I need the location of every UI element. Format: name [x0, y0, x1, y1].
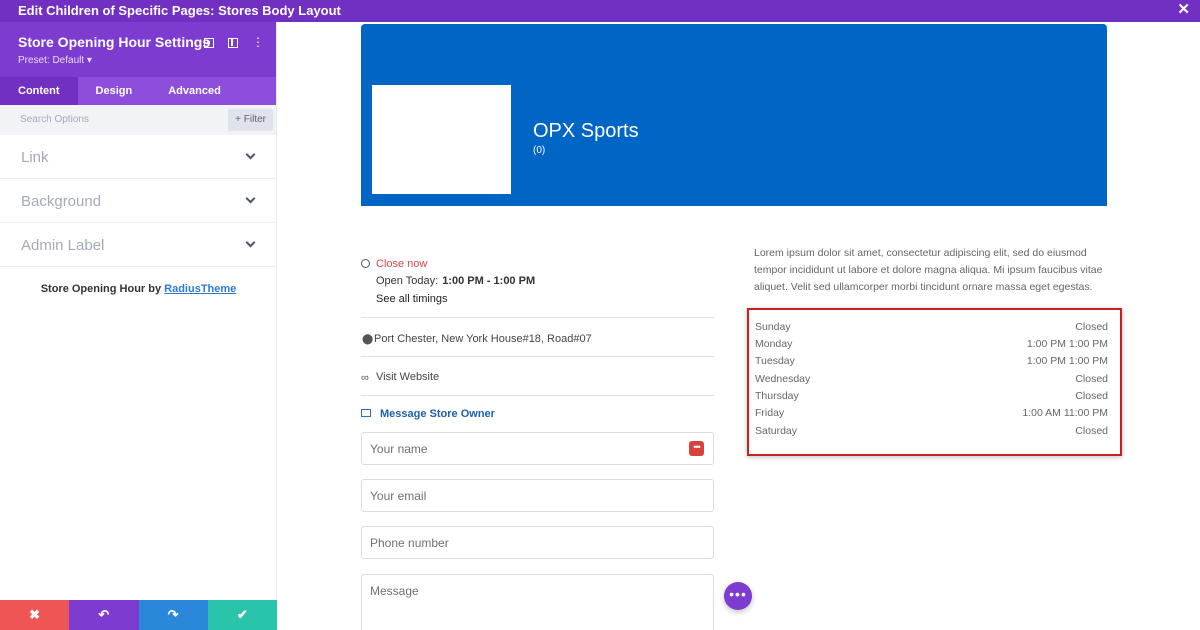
- store-name: OPX Sports: [533, 120, 639, 142]
- search-options-input[interactable]: Search Options: [20, 114, 89, 125]
- day-hours: Closed: [1075, 390, 1108, 402]
- day-name: Wednesday: [755, 373, 811, 385]
- tab-content[interactable]: Content: [0, 77, 78, 105]
- phone-placeholder: Phone number: [370, 536, 449, 550]
- open-today: Open Today: 1:00 PM - 1:00 PM: [376, 275, 535, 287]
- preset-selector[interactable]: Preset: Default ▾: [18, 55, 92, 66]
- store-logo: [372, 85, 511, 194]
- hours-row: Thursday Closed: [755, 390, 1108, 407]
- day-hours: 1:00 PM 1:00 PM: [1026, 338, 1108, 350]
- day-hours: 1:00 PM 1:00 PM: [1026, 355, 1108, 367]
- save-button[interactable]: ✔: [207, 600, 277, 630]
- toggle-label: Background: [21, 193, 102, 210]
- day-hours: Closed: [1075, 425, 1108, 437]
- panel-action-bar: ✖ ↶ ↷ ✔: [0, 600, 277, 630]
- day-name: Sunday: [755, 321, 791, 333]
- hours-row: Sunday Closed: [755, 321, 1108, 338]
- settings-panel: Store Opening Hour Settings Preset: Defa…: [0, 22, 277, 630]
- toggle-label: Admin Label: [21, 237, 105, 254]
- visit-website-link[interactable]: Visit Website: [376, 371, 439, 383]
- message-store-owner: Message Store Owner: [361, 396, 714, 433]
- window-title: Edit Children of Specific Pages: Stores …: [18, 3, 341, 18]
- tab-advanced[interactable]: Advanced: [150, 77, 239, 105]
- panel-tabs: Content Design Advanced: [0, 77, 276, 105]
- email-placeholder: Your email: [370, 489, 427, 503]
- autofill-icon[interactable]: •••: [689, 441, 704, 456]
- name-field[interactable]: Your name •••: [361, 432, 714, 465]
- clock-icon: [361, 259, 370, 268]
- store-website: ∞ Visit Website: [361, 357, 714, 396]
- name-placeholder: Your name: [370, 442, 428, 456]
- store-status: Close now Open Today: 1:00 PM - 1:00 PM S…: [361, 252, 714, 318]
- close-now-status: Close now: [376, 258, 428, 270]
- map-pin-icon: ⬤: [362, 334, 374, 345]
- day-hours: Closed: [1075, 321, 1108, 333]
- day-hours: 1:00 AM 11:00 PM: [1022, 407, 1108, 419]
- hours-row: Saturday Closed: [755, 425, 1108, 442]
- email-field[interactable]: Your email: [361, 479, 714, 512]
- redo-button[interactable]: ↷: [138, 600, 208, 630]
- builder-title-bar: Edit Children of Specific Pages: Stores …: [0, 0, 1200, 22]
- builder-options-button[interactable]: •••: [724, 582, 752, 610]
- chevron-down-icon: [245, 149, 256, 160]
- store-info-column: Close now Open Today: 1:00 PM - 1:00 PM S…: [361, 252, 714, 433]
- expand-icon[interactable]: [204, 35, 214, 51]
- day-name: Thursday: [755, 390, 799, 402]
- open-today-hours: 1:00 PM - 1:00 PM: [442, 275, 536, 287]
- page-preview: OPX Sports (0) Close now Open Today: 1:00…: [278, 22, 1200, 630]
- day-name: Tuesday: [755, 355, 795, 367]
- see-all-timings-link[interactable]: See all timings: [376, 293, 448, 305]
- toggle-link[interactable]: Link: [0, 135, 276, 179]
- link-icon: ∞: [361, 372, 369, 384]
- credit-text: Store Opening Hour by: [40, 283, 165, 295]
- module-credit: Store Opening Hour by RadiusTheme: [0, 283, 277, 295]
- day-name: Friday: [755, 407, 785, 419]
- chevron-down-icon: [245, 237, 256, 248]
- chevron-down-icon: [245, 193, 256, 204]
- toggle-admin-label[interactable]: Admin Label: [0, 223, 276, 267]
- message-field[interactable]: Message: [361, 574, 714, 630]
- open-today-label: Open Today:: [376, 275, 439, 287]
- hours-row: Monday 1:00 PM 1:00 PM: [755, 338, 1108, 355]
- close-icon[interactable]: ✕: [1177, 2, 1190, 18]
- panel-header-icons: ⋮: [204, 35, 264, 51]
- address-text: Port Chester, New York House#18, Road#07: [374, 333, 592, 345]
- hours-row: Wednesday Closed: [755, 373, 1108, 390]
- panel-header: Store Opening Hour Settings Preset: Defa…: [0, 22, 276, 77]
- message-placeholder: Message: [370, 584, 419, 598]
- split-view-icon[interactable]: [228, 35, 238, 51]
- panel-title: Store Opening Hour Settings: [18, 34, 211, 50]
- envelope-icon: [361, 409, 371, 417]
- toggle-background[interactable]: Background: [0, 179, 276, 223]
- day-name: Saturday: [755, 425, 798, 437]
- tab-design[interactable]: Design: [78, 77, 151, 105]
- hours-row: Tuesday 1:00 PM 1:00 PM: [755, 355, 1108, 372]
- day-hours: Closed: [1075, 373, 1108, 385]
- radiustheme-link[interactable]: RadiusTheme: [164, 283, 236, 295]
- filter-button[interactable]: + Filter: [228, 109, 273, 131]
- store-rating: (0): [533, 145, 546, 156]
- toggle-label: Link: [21, 149, 49, 166]
- undo-button[interactable]: ↶: [69, 600, 139, 630]
- message-store-owner-heading: Message Store Owner: [380, 408, 495, 420]
- store-banner: OPX Sports (0): [361, 24, 1107, 206]
- search-options-row: Search Options + Filter: [0, 105, 276, 135]
- phone-field[interactable]: Phone number: [361, 526, 714, 559]
- store-description: Lorem ipsum dolor sit amet, consectetur …: [754, 247, 1103, 293]
- hours-row: Friday 1:00 AM 11:00 PM: [755, 407, 1108, 424]
- discard-button[interactable]: ✖: [0, 600, 70, 630]
- more-options-icon[interactable]: ⋮: [252, 35, 264, 51]
- opening-hours-module[interactable]: Sunday Closed Monday 1:00 PM 1:00 PM Tue…: [747, 308, 1122, 456]
- day-name: Monday: [755, 338, 793, 350]
- store-address: ⬤ Port Chester, New York House#18, Road#…: [361, 318, 714, 357]
